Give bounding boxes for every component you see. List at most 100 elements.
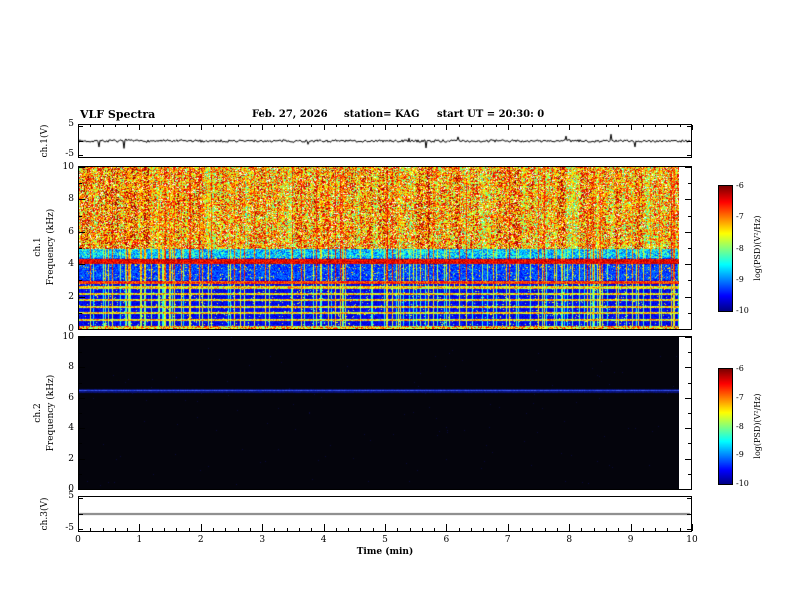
freq-tick-right bbox=[688, 382, 691, 384]
x-minor-tick bbox=[127, 528, 129, 531]
freq-tick-right bbox=[688, 473, 691, 475]
x-major-tick-top bbox=[323, 125, 325, 130]
station-label: station= KAG bbox=[344, 109, 420, 120]
x-minor-tick-top bbox=[335, 125, 337, 127]
ch2-spectrogram-panel bbox=[78, 336, 692, 490]
x-major-tick-top bbox=[200, 125, 202, 130]
volt-tick-right bbox=[687, 529, 691, 530]
x-tick-label: 8 bbox=[566, 535, 573, 545]
x-minor-tick bbox=[655, 528, 657, 531]
x-minor-tick bbox=[225, 528, 227, 531]
x-tick-label: 4 bbox=[320, 535, 327, 545]
colorbar-tick-label: -10 bbox=[736, 306, 749, 315]
ch1-spectrogram-panel bbox=[78, 166, 692, 330]
x-minor-tick bbox=[237, 528, 239, 531]
start-ut-label: start UT = 20:30: 0 bbox=[437, 109, 545, 120]
freq-tick-right bbox=[688, 280, 691, 282]
x-minor-tick bbox=[544, 528, 546, 531]
freq-tick bbox=[79, 231, 85, 233]
x-tick-label: 3 bbox=[259, 535, 266, 545]
x-minor-tick bbox=[409, 528, 411, 531]
x-minor-tick-top bbox=[372, 125, 374, 127]
volt-tick-right bbox=[687, 514, 691, 515]
freq-tick bbox=[79, 312, 82, 314]
x-minor-tick-top bbox=[90, 125, 92, 127]
colorbar-tick-label: -9 bbox=[736, 450, 744, 460]
x-major-tick bbox=[692, 524, 693, 531]
freq-tick bbox=[79, 458, 85, 460]
x-minor-tick-top bbox=[225, 125, 227, 127]
x-tick-label: 1 bbox=[136, 535, 143, 545]
freq-tick-right bbox=[688, 413, 691, 414]
colorbar-ch2-label: log(PSD)(V²/Hz) bbox=[753, 393, 762, 459]
ch3v-ymin-label: -5 bbox=[65, 523, 74, 533]
x-minor-tick-top bbox=[520, 125, 522, 127]
x-minor-tick-top bbox=[470, 125, 472, 127]
x-major-tick-top bbox=[446, 125, 448, 130]
colorbar-ch1-label: log(PSD)(V²/Hz) bbox=[753, 215, 762, 281]
x-major-tick-top bbox=[569, 125, 571, 130]
freq-tick-right bbox=[685, 264, 691, 266]
x-minor-tick bbox=[299, 528, 301, 531]
volt-tick bbox=[79, 529, 83, 530]
x-major-tick bbox=[139, 524, 141, 531]
x-major-tick-top bbox=[692, 125, 693, 130]
freq-tick bbox=[79, 183, 82, 185]
freq-tick-label: 2 bbox=[68, 453, 74, 464]
x-minor-tick bbox=[495, 528, 497, 531]
freq-tick-right bbox=[685, 329, 691, 330]
freq-tick-right bbox=[685, 489, 691, 490]
x-minor-tick bbox=[176, 528, 178, 531]
freq-tick-right bbox=[685, 231, 691, 233]
colorbar-tick-label: -6 bbox=[736, 181, 744, 190]
freq-tick-label: 6 bbox=[68, 392, 74, 403]
x-minor-tick-top bbox=[397, 125, 399, 127]
freq-tick bbox=[79, 428, 85, 430]
freq-tick bbox=[79, 473, 82, 475]
x-minor-tick-top bbox=[434, 125, 436, 127]
x-minor-tick-top bbox=[458, 125, 460, 127]
x-minor-tick bbox=[606, 528, 608, 531]
x-minor-tick bbox=[593, 528, 595, 531]
volt-tick-right bbox=[687, 155, 691, 156]
x-tick-label: 2 bbox=[197, 535, 204, 545]
x-major-tick-top bbox=[630, 125, 632, 130]
colorbar-tick-label: -8 bbox=[736, 421, 744, 431]
ch2-spec-channel-label: ch.2 bbox=[33, 403, 43, 423]
freq-tick bbox=[79, 443, 82, 445]
ch2-spectrogram-canvas bbox=[79, 337, 679, 489]
x-minor-tick bbox=[397, 528, 399, 531]
x-tick-label: 9 bbox=[627, 535, 634, 545]
freq-tick bbox=[79, 215, 82, 217]
colorbar-tick-label: -7 bbox=[736, 392, 744, 402]
x-minor-tick bbox=[532, 528, 534, 531]
colorbar-ch1-canvas bbox=[719, 186, 732, 311]
freq-tick-right bbox=[688, 215, 691, 217]
date-label: Feb. 27, 2026 bbox=[252, 109, 328, 120]
x-minor-tick-top bbox=[581, 125, 583, 127]
x-minor-tick bbox=[163, 528, 165, 531]
freq-tick-label: 4 bbox=[68, 259, 74, 270]
x-minor-tick-top bbox=[495, 125, 497, 127]
x-minor-tick bbox=[311, 528, 313, 531]
x-major-tick bbox=[630, 524, 632, 531]
x-minor-tick bbox=[335, 528, 337, 531]
x-minor-tick-top bbox=[348, 125, 350, 127]
freq-tick-label: 2 bbox=[68, 291, 74, 302]
x-minor-tick-top bbox=[606, 125, 608, 127]
ch3-voltage-axis-label: ch.3(V) bbox=[40, 497, 50, 531]
x-minor-tick bbox=[360, 528, 362, 531]
ch1-spectrogram-canvas bbox=[79, 167, 679, 329]
freq-tick-right bbox=[685, 428, 691, 430]
x-minor-tick bbox=[434, 528, 436, 531]
x-minor-tick bbox=[421, 528, 423, 531]
x-minor-tick-top bbox=[249, 125, 251, 127]
freq-tick bbox=[79, 489, 85, 490]
freq-tick-label: 6 bbox=[68, 226, 74, 237]
freq-tick-right bbox=[685, 337, 691, 338]
colorbar-ch2-canvas bbox=[719, 369, 732, 484]
freq-tick bbox=[79, 367, 85, 369]
x-minor-tick bbox=[679, 528, 681, 531]
x-minor-tick-top bbox=[286, 125, 288, 127]
x-minor-tick bbox=[213, 528, 215, 531]
